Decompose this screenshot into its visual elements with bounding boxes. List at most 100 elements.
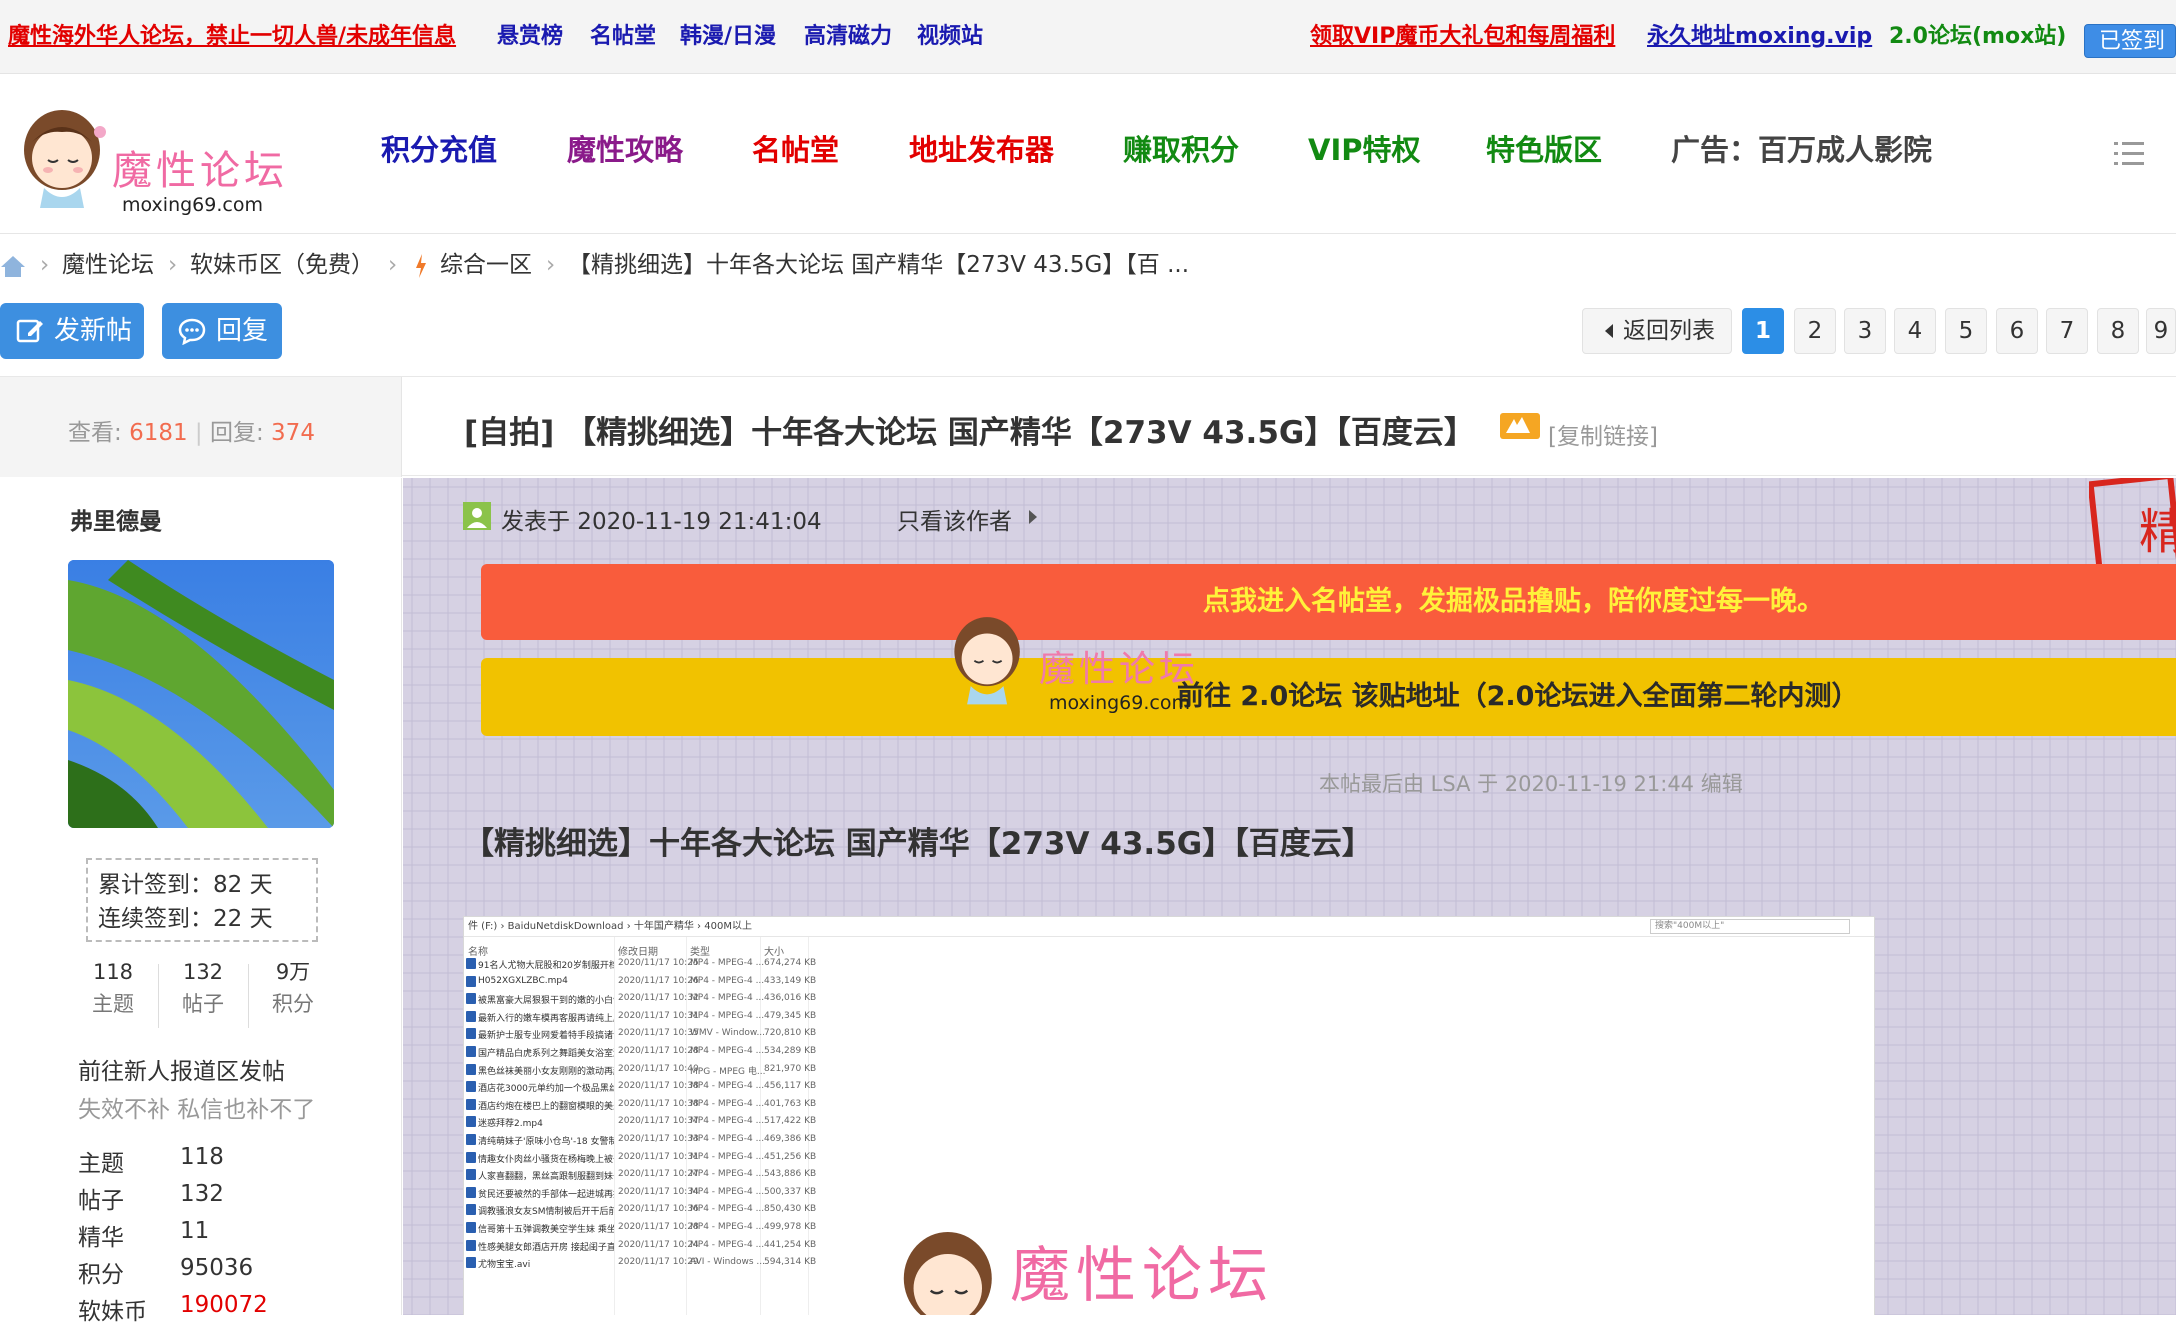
video-file-icon	[466, 1098, 476, 1110]
file-type: MP4 - MPEG-4 ...	[690, 975, 765, 986]
author-sidebar: 弗里德曼 累计签到：82 天 连续签到：22 天 118 主题 132 帖子 9…	[0, 478, 402, 1325]
nav-ad[interactable]: 广告：百万成人影院	[1671, 136, 1932, 165]
count-threads[interactable]: 118 主题	[68, 956, 158, 1020]
screenshot-watermark: 魔性论坛	[894, 1217, 1314, 1315]
top-link-famous-posts[interactable]: 名帖堂	[590, 26, 656, 48]
page-8[interactable]: 8	[2097, 308, 2139, 354]
top-link-permanent-address[interactable]: 永久地址moxing.vip	[1647, 26, 1872, 48]
page-6[interactable]: 6	[1996, 308, 2038, 354]
page-7[interactable]: 7	[2046, 308, 2088, 354]
file-row[interactable]: 最新入行的嫩车模再客服再请纯上床拍... 2020/11/17 10:31MP4 …	[464, 1008, 964, 1025]
file-row[interactable]: 尤物宝宝.avi 2020/11/17 10:29 AVI - Windows ..…	[464, 1254, 964, 1271]
breadcrumb-item-section[interactable]: 软妹币区（免费）	[190, 254, 374, 277]
video-file-icon	[466, 1063, 476, 1075]
file-row[interactable]: 91名人尤物大屁股和20岁制服开档小白... 2020/11/17 10:25MP…	[464, 955, 964, 972]
famous-posts-banner[interactable]: 点我进入名帖堂，发掘极品撸贴，陪你度过每一晚。	[481, 564, 2176, 640]
avatar[interactable]	[68, 560, 334, 828]
top-link-forum-notice[interactable]: 魔性海外华人论坛，禁止一切人兽/未成年信息	[8, 26, 456, 48]
breadcrumb-separator: ›	[40, 252, 50, 278]
thread-stats-text: 查看: 6181 | 回复: 374	[68, 420, 315, 446]
top-link-comics[interactable]: 韩漫/日漫	[680, 26, 776, 48]
edit-note: 本帖最后由 LSA 于 2020-11-19 21:44 编辑	[1319, 772, 1743, 796]
hamburger-icon[interactable]	[2114, 140, 2144, 168]
breadcrumb-separator: ›	[546, 252, 556, 278]
file-row[interactable]: 酒店花3000元单约加一个极品黑丝学妹... 2020/11/17 10:38MP…	[464, 1078, 964, 1095]
video-file-icon	[466, 1222, 476, 1233]
file-row[interactable]: 清纯萌妹子'原味小仓鸟'-18 女警制服操... 2020/11/17 10:33…	[464, 1131, 964, 1148]
detail-label: 精华	[78, 1225, 124, 1251]
site-logo[interactable]: 魔性论坛 moxing69.com	[18, 102, 298, 216]
breadcrumb-item-forum[interactable]: 魔性论坛	[62, 254, 154, 277]
file-row[interactable]: 信哥第十五弹调教美空学生妹 乘坐身材... 2020/11/17 10:28MP4…	[464, 1219, 964, 1236]
breadcrumb-item-thread: 【精挑细选】十年各大论坛 国产精华【273V 43.5G】【百 ...	[568, 252, 1190, 278]
signed-in-button[interactable]: 已签到	[2084, 24, 2176, 58]
views-label: 查看:	[68, 420, 122, 446]
nav-address-publisher[interactable]: 地址发布器	[909, 136, 1054, 165]
file-row[interactable]: H052XGXLZBC.mp4 2020/11/17 10:26 MP4 - MPE…	[464, 973, 964, 990]
file-row[interactable]: 酒店约炮在楼巴上的翻窗模眼的美少... 2020/11/17 10:38MP4 -…	[464, 1096, 964, 1113]
file-date: 2020/11/17 10:25	[618, 958, 699, 968]
page-4[interactable]: 4	[1894, 308, 1936, 354]
back-to-list-button[interactable]: 返回列表	[1582, 308, 1732, 354]
file-row[interactable]: 人家喜翻翻，黑丝高跟制服翻到妹子很... 2020/11/17 10:27MP4 …	[464, 1166, 964, 1183]
only-author-link[interactable]: 只看该作者	[897, 502, 1012, 536]
top-link-forum-2[interactable]: 2.0论坛(mox站)	[1889, 26, 2066, 48]
replies-count: 374	[271, 420, 315, 446]
nav-points-recharge[interactable]: 积分充值	[381, 136, 497, 165]
file-row[interactable]: 最新护士服专业网爱着特手段搞诸诱... 2020/11/17 10:35WMV -…	[464, 1025, 964, 1042]
nav-vip[interactable]: VIP特权	[1308, 136, 1421, 165]
reply-label: 回复	[216, 316, 269, 346]
detail-label: 帖子	[78, 1188, 124, 1214]
top-link-video[interactable]: 视频站	[917, 26, 983, 48]
top-link-vip-gift[interactable]: 领取VIP魔币大礼包和每周福利	[1310, 26, 1615, 48]
thread-stats: 查看: 6181 | 回复: 374	[0, 377, 402, 477]
file-row[interactable]: 黑色丝袜美丽小女友刚刚的激动再超级... 2020/11/17 10:40MPG …	[464, 1061, 964, 1078]
nav-earn-points[interactable]: 赚取积分	[1123, 136, 1239, 165]
page-9[interactable]: 9	[2146, 308, 2176, 354]
file-name: 情趣女仆肉丝小骚货在杨梅晚上被干到...	[478, 1154, 614, 1165]
caret-left-icon	[1605, 324, 1613, 338]
page-5[interactable]: 5	[1945, 308, 1987, 354]
new-post-button[interactable]: 发新帖	[0, 303, 144, 359]
file-date: 2020/11/17 10:34	[618, 1186, 699, 1197]
file-row[interactable]: 贫民还要被然的手部体一起进城再控... 2020/11/17 10:34MP4 -…	[464, 1184, 964, 1201]
file-row[interactable]: 性感美腿女郎酒店开房 接起闺子直接扛... 2020/11/17 10:24MP4…	[464, 1237, 964, 1254]
detail-value: 132	[180, 1181, 224, 1207]
thread-title: [自拍] 【精挑细选】十年各大论坛 国产精华【273V 43.5G】【百度云】	[464, 415, 1475, 451]
nav-guide[interactable]: 魔性攻略	[567, 136, 683, 165]
file-name: 酒店花3000元单约加一个极品黑丝学妹...	[478, 1084, 614, 1095]
page-2[interactable]: 2	[1794, 308, 1836, 354]
top-link-bounty[interactable]: 悬赏榜	[497, 26, 563, 48]
file-type: MP4 - MPEG-4 ...	[690, 1081, 765, 1092]
file-date: 2020/11/17 10:38	[618, 1081, 699, 1092]
file-size: 441,254 KB	[764, 1239, 817, 1250]
detail-label: 积分	[78, 1262, 124, 1288]
file-row[interactable]: 调教骚浪女友SM情制被后开干后前纷... 2020/11/17 10:36MP4 …	[464, 1201, 964, 1218]
reply-button[interactable]: 回复	[162, 303, 282, 359]
count-posts[interactable]: 132 帖子	[158, 956, 248, 1020]
page-3[interactable]: 3	[1844, 308, 1886, 354]
file-row[interactable]: 国产精品白虎系列之舞蹈美女浴室激... 2020/11/17 10:28MP4 -…	[464, 1043, 964, 1060]
file-explorer-screenshot[interactable]: 件 (F:) › BaiduNetdiskDownload › 十年国产精华 ›…	[463, 916, 1875, 1315]
file-row[interactable]: 迷惑拜荐2.mp4 2020/11/17 10:37 MP4 - MPEG-4 ..…	[464, 1113, 964, 1130]
nav-famous-posts[interactable]: 名帖堂	[752, 136, 839, 165]
detail-value: 11	[180, 1218, 210, 1244]
home-icon[interactable]	[0, 254, 26, 278]
count-points[interactable]: 9万 积分	[248, 956, 338, 1020]
goto-newbie-post-link[interactable]: 前往新人报道区发帖	[78, 1052, 285, 1086]
file-type: MP4 - MPEG-4 ...	[690, 1169, 765, 1180]
nav-special-sections[interactable]: 特色版区	[1486, 136, 1602, 165]
forum-2-banner[interactable]: 前往 2.0论坛 该贴地址（2.0论坛进入全面第二轮内测）	[481, 658, 2176, 736]
file-row[interactable]: 被黑富豪大屌狠狠干到的嫩的小白领在... 2020/11/17 10:32MP4 …	[464, 990, 964, 1007]
file-type: MP4 - MPEG-4 ...	[690, 1134, 765, 1144]
breadcrumb-item-subforum[interactable]: 综合一区	[440, 254, 532, 277]
top-link-magnet[interactable]: 高清磁力	[804, 26, 892, 48]
logo-domain: moxing69.com	[122, 194, 263, 216]
copy-link-button[interactable]: [复制链接]	[1548, 417, 1658, 451]
file-name: 被黑富豪大屌狠狠干到的嫩的小白领在...	[478, 996, 614, 1007]
file-type: MPG - MPEG 电...	[690, 1066, 766, 1077]
mascot-watermark-icon	[903, 1232, 992, 1315]
page-1[interactable]: 1	[1742, 308, 1784, 354]
file-row[interactable]: 情趣女仆肉丝小骚货在杨梅晚上被干到... 2020/11/17 10:31MP4 …	[464, 1149, 964, 1166]
author-name[interactable]: 弗里德曼	[70, 502, 162, 536]
